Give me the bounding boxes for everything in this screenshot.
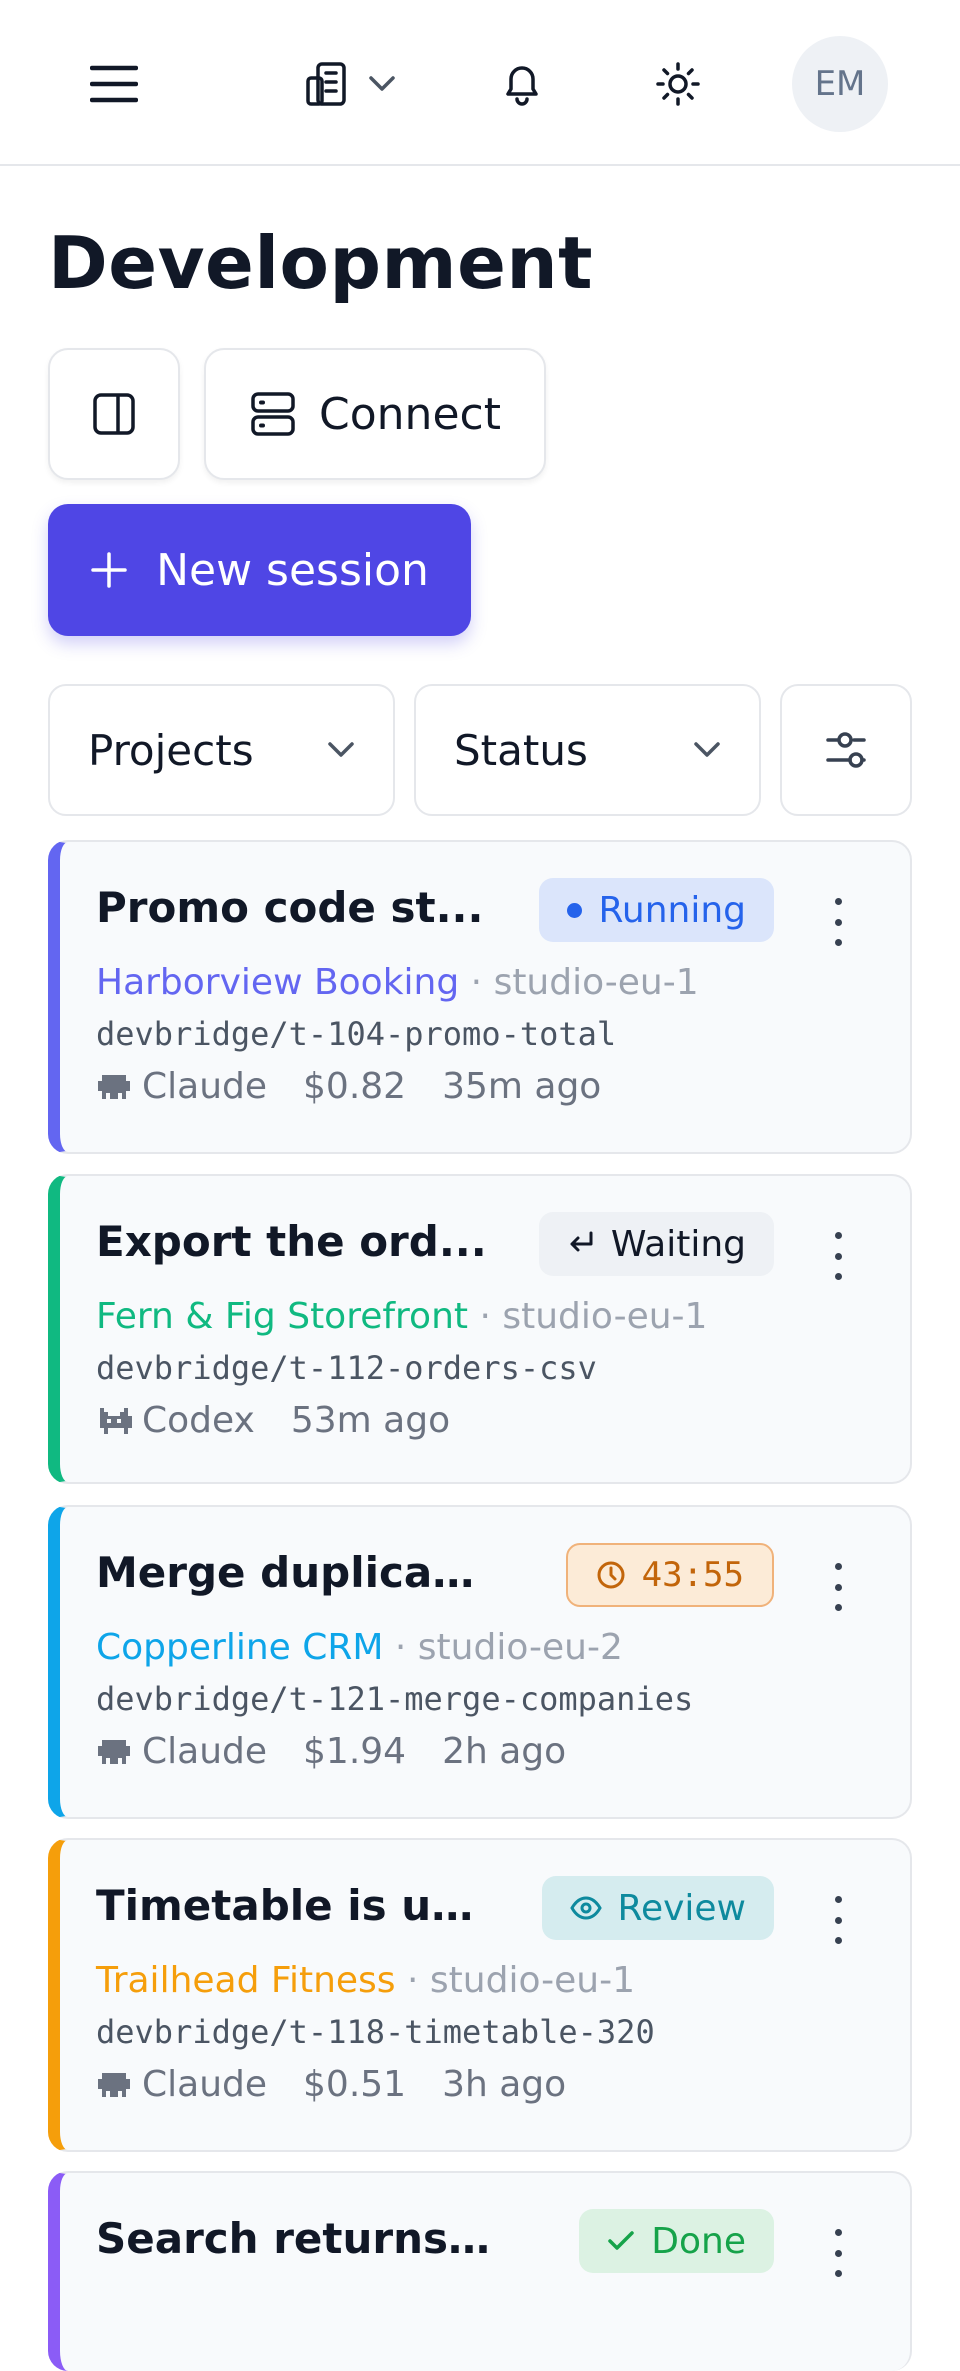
return-arrow-icon [570,1231,593,1252]
theme-toggle[interactable] [644,50,712,118]
branch-name: devbridge/t-121-merge-companies [96,1680,694,1718]
branch-name: devbridge/t-104-promo-total [96,1015,617,1053]
plus-icon [91,552,127,588]
session-card[interactable]: Export the ord... Waiting Fern & Fig Sto… [48,1174,912,1484]
projects-filter[interactable]: Projects [48,684,395,816]
project-line: Copperline CRM · studio-eu-2 [96,1627,623,1668]
eye-icon [569,1896,602,1920]
sliders-icon [826,732,866,768]
project-line: Harborview Booking · studio-eu-1 [96,962,699,1003]
robot-icon [98,2073,130,2097]
menu-icon [90,65,138,103]
session-time: 35m ago [442,1066,602,1107]
status-filter[interactable]: Status [414,684,761,816]
server-name: studio-eu-2 [417,1627,623,1668]
status-badge: 43:55 [565,1543,774,1607]
robot-icon [98,1740,130,1764]
chevron-down-icon [694,742,720,757]
notifications-button[interactable] [488,50,556,118]
session-card[interactable]: Promo code st... Running Harborview Book… [48,840,912,1154]
branch-name: devbridge/t-112-orders-csv [96,1349,597,1387]
status-badge: Done [579,2209,774,2273]
agent: Claude [96,1064,267,1110]
agent-name: Claude [142,1731,268,1772]
session-title: Export the ord... [96,1217,487,1266]
session-title: Merge duplicate... [96,1548,491,1597]
chevron-down-icon [328,742,354,757]
status-badge: Running [539,878,774,942]
connect-button[interactable]: Connect [204,348,546,480]
agent-name: Claude [142,2064,268,2105]
workspace-switcher[interactable] [290,50,410,118]
project-line: Fern & Fig Storefront · studio-eu-1 [96,1296,708,1337]
projects-filter-label: Projects [88,725,254,775]
avatar-initials: EM [814,64,866,104]
session-title: Search returns n... [96,2214,491,2263]
project-line: Trailhead Fitness · studio-eu-1 [96,1960,636,2001]
top-bar: EM [0,0,960,166]
filter-settings-button[interactable] [780,684,912,816]
project-name[interactable]: Fern & Fig Storefront [96,1296,468,1337]
agent-name: Codex [142,1400,255,1441]
status-label: Done [651,2220,746,2262]
more-options-button[interactable] [828,898,848,946]
session-time: 53m ago [290,1400,451,1441]
agent: Claude [96,1729,267,1775]
document-building-icon [306,62,346,106]
project-name[interactable]: Harborview Booking [96,962,459,1003]
server-icon [251,392,295,436]
agent-name: Claude [142,1066,268,1107]
status-filter-label: Status [454,725,588,775]
invader-icon [100,1408,132,1434]
branch-name: devbridge/t-118-timetable-320 [96,2013,655,2051]
session-time: 2h ago [442,1731,567,1772]
session-title: Promo code st... [96,883,484,932]
more-options-button[interactable] [828,1563,848,1611]
server-name: studio-eu-1 [493,962,699,1003]
panel-right-icon [93,393,135,435]
server-name: studio-eu-1 [502,1296,708,1337]
session-card[interactable]: Search returns n... Done [48,2171,912,2371]
session-time: 3h ago [442,2064,567,2105]
robot-icon [98,1075,130,1099]
project-name[interactable]: Trailhead Fitness [96,1960,396,2001]
avatar[interactable]: EM [792,36,888,132]
session-meta: Claude $0.51 3h ago [96,2062,566,2108]
connect-label: Connect [319,388,501,440]
menu-button[interactable] [80,50,148,118]
session-cost: $0.51 [303,2064,407,2105]
more-options-button[interactable] [828,1232,848,1280]
server-name: studio-eu-1 [429,1960,636,2001]
bell-icon [506,66,538,106]
sun-icon [656,62,700,106]
status-label: Running [598,889,746,931]
status-badge: Waiting [538,1212,774,1276]
new-session-label: New session [156,544,429,596]
session-cost: $1.94 [303,1731,407,1772]
session-card[interactable]: Merge duplicate... 43:55 Copperline CRM … [48,1505,912,1819]
more-options-button[interactable] [828,1896,848,1944]
session-meta: Claude $0.82 35m ago [96,1064,601,1110]
sidebar-toggle-button[interactable] [48,348,180,480]
session-card[interactable]: Timetable is un... Review Trailhead Fitn… [48,1838,912,2152]
agent: Claude [96,2062,267,2108]
dot-icon [567,902,583,918]
chevron-down-icon [369,76,395,91]
page-title: Development [48,221,594,305]
project-name[interactable]: Copperline CRM [96,1627,383,1668]
session-title: Timetable is un... [96,1881,491,1930]
status-label: Waiting [610,1223,746,1265]
more-options-button[interactable] [828,2229,848,2277]
status-label: Review [617,1887,746,1929]
timer-label: 43:55 [641,1555,744,1595]
check-icon [608,2231,635,2250]
session-meta: Codex 53m ago [96,1398,450,1444]
new-session-button[interactable]: New session [48,504,471,636]
status-badge: Review [541,1876,774,1940]
clock-icon [597,1561,625,1589]
agent: Codex [96,1398,255,1444]
session-cost: $0.82 [303,1066,407,1107]
session-meta: Claude $1.94 2h ago [96,1729,566,1775]
